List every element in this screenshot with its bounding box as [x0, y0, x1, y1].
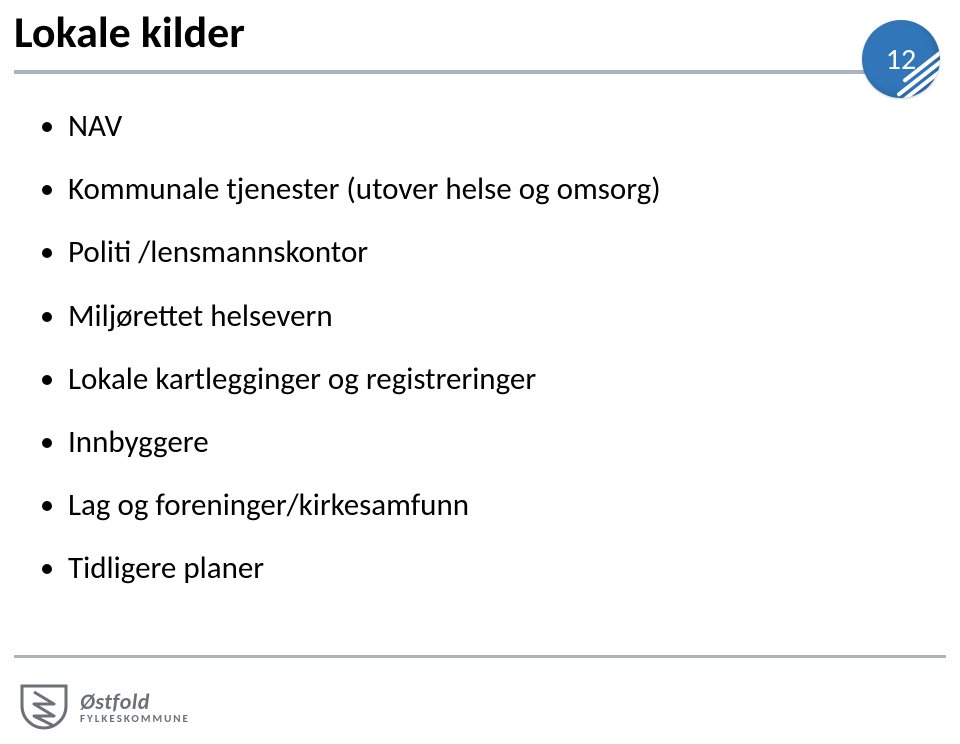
- list-item: Miljørettet helsevern: [68, 298, 920, 335]
- page-title: Lokale kilder: [14, 8, 870, 56]
- list-item: NAV: [68, 108, 920, 145]
- logo-subtitle: FYLKESKOMMUNE: [80, 713, 190, 725]
- footer-divider: [14, 655, 946, 658]
- footer-logo: Østfold FYLKESKOMMUNE: [18, 684, 190, 730]
- list-item: Politi /lensmannskontor: [68, 234, 920, 271]
- page-number-badge: 12: [862, 20, 940, 98]
- list-item: Innbyggere: [68, 424, 920, 461]
- shield-icon: [18, 684, 70, 730]
- list-item: Kommunale tjenester (utover helse og oms…: [68, 171, 920, 208]
- list-item: Lag og foreninger/kirkesamfunn: [68, 487, 920, 524]
- page-number: 12: [886, 41, 916, 78]
- logo-name: Østfold: [80, 690, 190, 713]
- title-block: Lokale kilder: [14, 8, 870, 74]
- logo-text: Østfold FYLKESKOMMUNE: [80, 690, 190, 725]
- content-area: NAV Kommunale tjenester (utover helse og…: [40, 108, 920, 614]
- slide: Lokale kilder 12 NAV Kommunale tjenester…: [0, 0, 960, 744]
- bullet-list: NAV Kommunale tjenester (utover helse og…: [40, 108, 920, 588]
- title-divider: [14, 70, 870, 74]
- list-item: Tidligere planer: [68, 550, 920, 587]
- list-item: Lokale kartlegginger og registreringer: [68, 361, 920, 398]
